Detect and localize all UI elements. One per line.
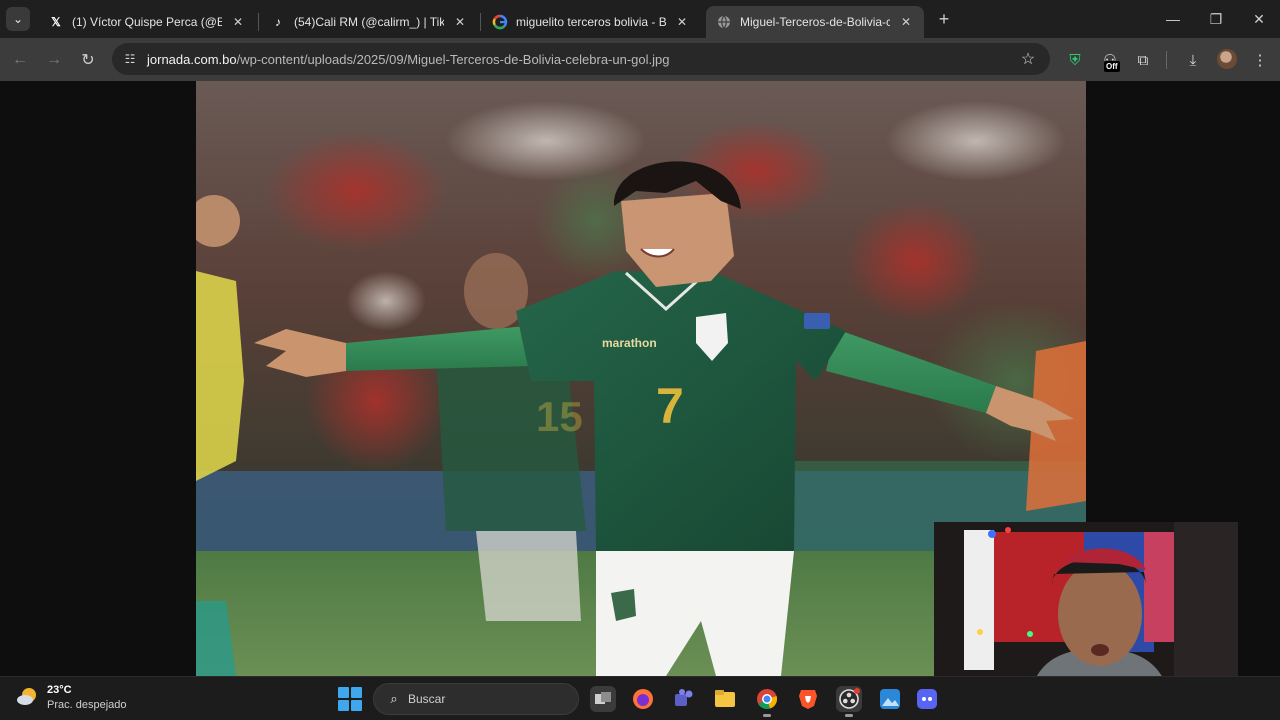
start-logo-pane xyxy=(338,687,349,698)
close-window-button[interactable]: ✕ xyxy=(1244,8,1274,30)
discord-icon[interactable] xyxy=(914,686,940,712)
url-text[interactable]: jornada.com.bo/wp-content/uploads/2025/0… xyxy=(147,52,669,67)
site-info-icon[interactable]: ☷ xyxy=(122,51,138,67)
obs-recording-icon[interactable] xyxy=(836,686,862,717)
back-button[interactable]: ← xyxy=(8,48,32,72)
extension-off-badge: Off xyxy=(1104,61,1120,72)
tab-x[interactable]: 𝕏 (1) Víctor Quispe Perca (@Estad ✕ xyxy=(38,6,256,38)
new-tab-button[interactable]: + xyxy=(934,9,954,29)
tab-strip: ⌄ 𝕏 (1) Víctor Quispe Perca (@Estad ✕ ♪ … xyxy=(0,0,1280,38)
photos-app-icon[interactable] xyxy=(877,686,903,712)
task-view-icon[interactable] xyxy=(590,686,616,712)
svg-text:15: 15 xyxy=(536,393,583,440)
tab-search-button[interactable]: ⌄ xyxy=(6,7,30,31)
running-indicator xyxy=(763,714,771,717)
profile-avatar[interactable] xyxy=(1217,49,1237,69)
close-icon[interactable]: ✕ xyxy=(230,14,246,30)
bookmark-star-icon[interactable]: ☆ xyxy=(1018,49,1038,69)
jersey-number: 7 xyxy=(656,378,684,434)
tab-google-search[interactable]: miguelito terceros bolivia - Bus ✕ xyxy=(482,6,700,38)
tab-divider xyxy=(480,13,481,31)
close-icon[interactable]: ✕ xyxy=(452,14,468,30)
search-icon: ⌕ xyxy=(390,691,398,706)
download-icon[interactable]: ⤓ xyxy=(1181,48,1205,72)
start-logo-pane xyxy=(351,700,362,711)
chrome-icon[interactable] xyxy=(754,686,780,717)
url-path: /wp-content/uploads/2025/09/Miguel-Terce… xyxy=(236,52,670,67)
tab-title: (54)Cali RM (@calirm_) | TikTok xyxy=(294,15,444,29)
tab-tiktok[interactable]: ♪ (54)Cali RM (@calirm_) | TikTok ✕ xyxy=(260,6,478,38)
close-icon[interactable]: ✕ xyxy=(674,14,690,30)
taskbar: 23°C Prac. despejado ⌕ Buscar xyxy=(0,676,1280,720)
x-logo-icon: 𝕏 xyxy=(51,15,61,29)
restore-button[interactable]: ❐ xyxy=(1201,8,1231,30)
forward-button[interactable]: → xyxy=(42,48,66,72)
extensions-puzzle-icon[interactable]: ⧉ xyxy=(1131,48,1155,72)
minimize-button[interactable]: — xyxy=(1158,8,1188,30)
browser-toolbar: ← → ↻ ☷ jornada.com.bo/wp-content/upload… xyxy=(0,38,1280,81)
tab-title: miguelito terceros bolivia - Bus xyxy=(516,15,666,29)
windows-start-button[interactable] xyxy=(338,687,362,711)
extension-shield-icon[interactable]: ⛨ xyxy=(1063,48,1087,72)
running-indicator xyxy=(845,714,853,717)
taskbar-search-box[interactable]: ⌕ Buscar xyxy=(373,683,579,715)
weather-temperature[interactable]: 23°C xyxy=(47,684,72,696)
weather-partly-cloudy-icon[interactable] xyxy=(16,685,40,709)
tab-title: Miguel-Terceros-de-Bolivia-cele xyxy=(740,15,890,29)
start-logo-pane xyxy=(338,700,349,711)
file-explorer-icon[interactable] xyxy=(712,686,738,712)
teams-icon[interactable] xyxy=(671,686,697,712)
address-bar[interactable]: ☷ jornada.com.bo/wp-content/uploads/2025… xyxy=(112,43,1050,75)
firefox-icon[interactable] xyxy=(630,686,656,712)
tab-image-active[interactable]: Miguel-Terceros-de-Bolivia-cele ✕ xyxy=(706,6,924,38)
tab-divider xyxy=(258,13,259,31)
close-icon[interactable]: ✕ xyxy=(898,14,914,30)
start-logo-pane xyxy=(351,687,362,698)
google-icon xyxy=(492,14,508,30)
tiktok-icon: ♪ xyxy=(275,15,281,29)
toolbar-divider xyxy=(1166,51,1167,69)
reload-button[interactable]: ↻ xyxy=(76,48,100,72)
brave-icon[interactable] xyxy=(795,686,821,712)
jersey-sponsor: marathon xyxy=(602,336,657,350)
search-placeholder: Buscar xyxy=(408,692,446,706)
weather-description[interactable]: Prac. despejado xyxy=(47,699,127,711)
globe-icon xyxy=(716,14,732,30)
tab-title: (1) Víctor Quispe Perca (@Estad xyxy=(72,15,222,29)
more-menu-icon[interactable]: ⋮ xyxy=(1248,48,1272,72)
url-host: jornada.com.bo xyxy=(147,52,237,67)
